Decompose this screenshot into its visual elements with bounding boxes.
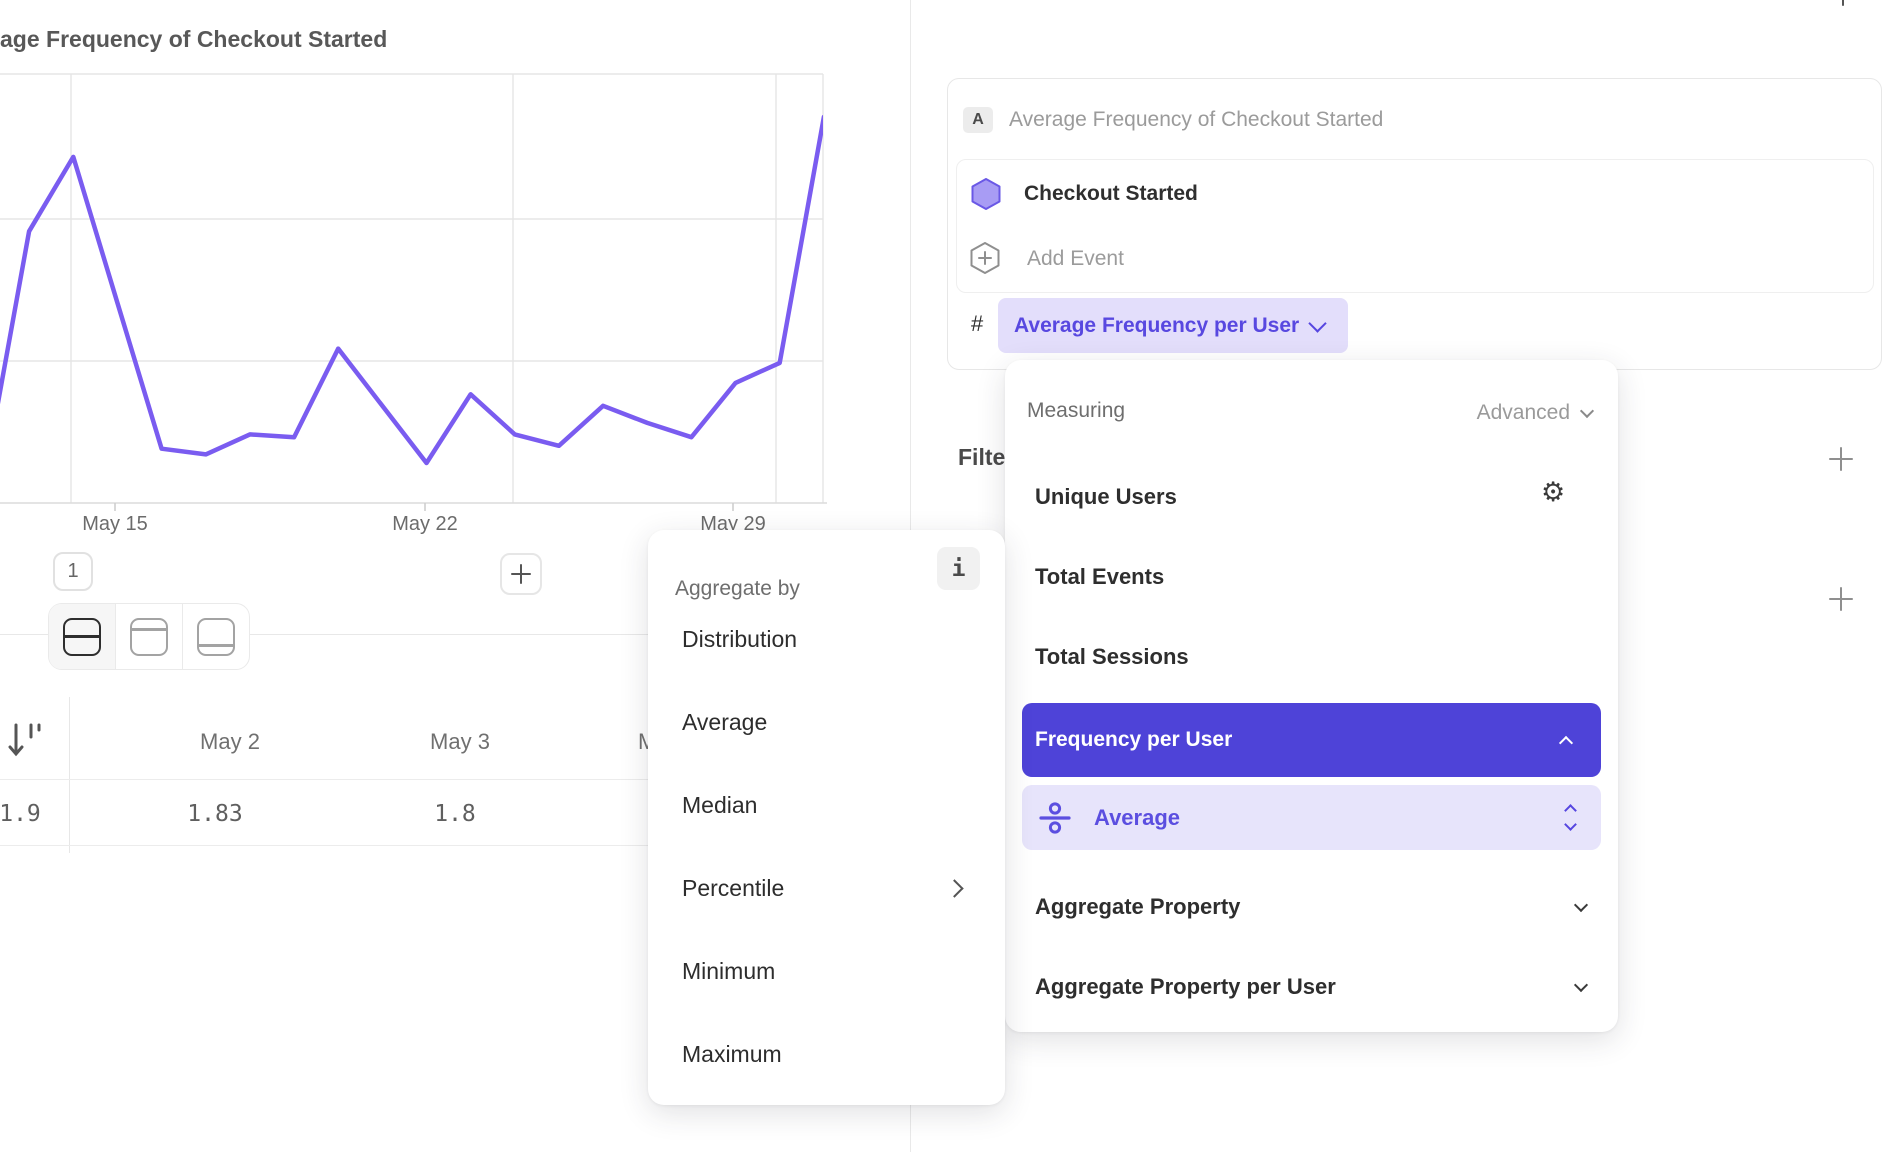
layout-toggle-group — [48, 603, 250, 670]
advanced-label: Advanced — [1477, 401, 1570, 425]
chevron-down-icon — [1308, 314, 1326, 332]
measurement-hash-icon: # — [971, 311, 983, 337]
event-card: Checkout Started Add Event — [956, 159, 1874, 293]
add-breakdown-button[interactable] — [1829, 587, 1853, 616]
table-cell-may3: 1.8 — [385, 801, 525, 827]
collapsed-item-label: Aggregate Property — [1035, 894, 1240, 920]
measuring-label: Measuring — [1027, 399, 1125, 423]
collapsed-item-label: Aggregate Property per User — [1035, 974, 1336, 1000]
line-chart — [0, 0, 910, 545]
chevron-up-icon — [1559, 736, 1573, 750]
series-count-badge[interactable]: 1 — [53, 552, 93, 591]
menu-item-total-sessions[interactable]: Total Sessions — [1035, 644, 1189, 670]
sub-selected-label: Average — [1094, 805, 1180, 831]
add-metric-icon[interactable] — [1832, 0, 1854, 11]
event-hexagon-icon — [970, 178, 1002, 210]
chevron-down-icon — [1574, 898, 1588, 912]
table-cell-may2: 1.83 — [145, 801, 285, 827]
add-event-icon — [969, 242, 1001, 274]
select-updown-icon — [1566, 806, 1575, 829]
plus-icon — [511, 564, 531, 584]
add-button[interactable] — [500, 553, 542, 595]
aggregate-by-menu: Aggregate by i Distribution Average Medi… — [648, 530, 1005, 1105]
footer-layout-icon — [197, 618, 235, 656]
event-name[interactable]: Checkout Started — [1024, 182, 1198, 206]
info-icon[interactable]: i — [937, 547, 980, 590]
menu-item-total-events[interactable]: Total Events — [1035, 564, 1164, 590]
menu-item-minimum[interactable]: Minimum — [682, 958, 942, 985]
menu-item-distribution[interactable]: Distribution — [682, 626, 942, 653]
menu-item-unique-users[interactable]: Unique Users — [1035, 484, 1177, 510]
x-axis-label: May 22 — [380, 513, 470, 536]
layout-toggle-footer[interactable] — [183, 604, 249, 669]
frequency-aggregation-selector[interactable]: Average — [1022, 785, 1601, 850]
menu-item-average[interactable]: Average — [682, 709, 942, 736]
chevron-down-icon — [1574, 978, 1588, 992]
advanced-toggle[interactable]: Advanced — [1477, 401, 1592, 425]
layout-toggle-split-rows[interactable] — [49, 604, 116, 669]
selected-item-label: Frequency per User — [1035, 728, 1232, 752]
metric-card: A Average Frequency of Checkout Started … — [947, 78, 1882, 370]
measurement-dropdown-label: Average Frequency per User — [1014, 314, 1299, 338]
chevron-down-icon — [1580, 404, 1594, 418]
measurement-dropdown[interactable]: Average Frequency per User — [998, 298, 1348, 353]
metrics-section-heading: Metrics — [955, 0, 1036, 6]
split-rows-icon — [63, 618, 101, 656]
header-layout-icon — [130, 618, 168, 656]
app-root: age Frequency of Checkout Started May 15… — [0, 0, 1898, 1152]
add-filter-button[interactable] — [1829, 447, 1853, 476]
table-cell-partial: 1.9 — [0, 801, 48, 827]
metric-name-input[interactable]: Average Frequency of Checkout Started — [1009, 108, 1383, 132]
chart-data-line — [0, 117, 824, 475]
average-division-icon — [1038, 801, 1072, 835]
chevron-right-icon — [945, 879, 963, 897]
menu-item-aggregate-property[interactable]: Aggregate Property — [1005, 887, 1618, 927]
x-axis-label: May 15 — [70, 513, 160, 536]
measuring-menu: Measuring Advanced Unique Users ⚙ Total … — [1005, 360, 1618, 1032]
add-event-button[interactable]: Add Event — [1027, 247, 1124, 271]
sort-icon[interactable] — [7, 720, 43, 760]
aggregate-by-label: Aggregate by — [675, 577, 800, 601]
metric-letter-badge: A — [963, 107, 993, 133]
table-header-may2[interactable]: May 2 — [160, 729, 300, 755]
menu-item-maximum[interactable]: Maximum — [682, 1041, 942, 1068]
menu-item-percentile[interactable]: Percentile — [682, 875, 942, 902]
menu-item-frequency-per-user-selected[interactable]: Frequency per User — [1022, 703, 1601, 777]
menu-item-median[interactable]: Median — [682, 792, 942, 819]
table-header-may3[interactable]: May 3 — [390, 729, 530, 755]
menu-item-aggregate-property-per-user[interactable]: Aggregate Property per User — [1005, 967, 1618, 1007]
gear-icon[interactable]: ⚙ — [1541, 479, 1565, 506]
table-column-separator — [69, 697, 70, 853]
layout-toggle-header[interactable] — [116, 604, 183, 669]
